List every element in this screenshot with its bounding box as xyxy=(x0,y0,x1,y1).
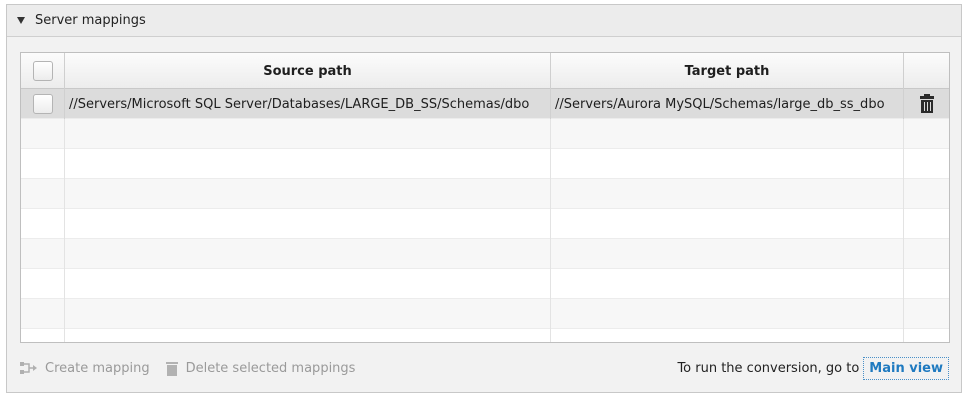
delete-selected-label: Delete selected mappings xyxy=(185,360,356,376)
footer-bar: Create mapping Delete selected mappings … xyxy=(19,355,949,381)
table-header: Source path Target path xyxy=(21,53,949,89)
empty-row xyxy=(21,119,949,149)
trash-icon xyxy=(165,361,178,376)
empty-row xyxy=(21,329,949,342)
empty-row xyxy=(21,269,949,299)
conversion-hint: To run the conversion, go to xyxy=(677,360,860,376)
select-all-cell xyxy=(21,53,65,89)
row-checkbox[interactable] xyxy=(32,94,53,114)
empty-row xyxy=(21,209,949,239)
row-delete-cell xyxy=(904,89,949,119)
empty-row xyxy=(21,149,949,179)
server-mappings-panel: Server mappings Source path Target path … xyxy=(6,4,962,393)
create-mapping-label: Create mapping xyxy=(45,360,150,376)
mapping-icon xyxy=(20,362,37,374)
delete-selected-button[interactable]: Delete selected mappings xyxy=(165,360,356,376)
source-path-cell[interactable]: //Servers/Microsoft SQL Server/Databases… xyxy=(65,89,551,119)
column-header-actions xyxy=(904,53,949,89)
column-header-target[interactable]: Target path xyxy=(551,53,904,89)
empty-row xyxy=(21,239,949,269)
collapse-triangle-icon[interactable] xyxy=(17,17,25,24)
main-view-link[interactable]: Main view xyxy=(863,356,949,380)
column-header-source[interactable]: Source path xyxy=(65,53,551,89)
empty-row xyxy=(21,299,949,329)
panel-title: Server mappings xyxy=(35,13,146,28)
target-path-cell[interactable]: //Servers/Aurora MySQL/Schemas/large_db_… xyxy=(551,89,904,119)
server-mappings-header[interactable]: Server mappings xyxy=(7,5,961,37)
empty-row xyxy=(21,179,949,209)
table-body: //Servers/Microsoft SQL Server/Databases… xyxy=(21,89,949,342)
mappings-table: Source path Target path //Servers/Micros… xyxy=(20,52,950,343)
trash-icon[interactable] xyxy=(919,94,934,113)
row-select-cell xyxy=(21,89,65,119)
select-all-checkbox[interactable] xyxy=(32,61,53,81)
create-mapping-button[interactable]: Create mapping xyxy=(19,361,150,376)
table-row[interactable]: //Servers/Microsoft SQL Server/Databases… xyxy=(21,89,949,119)
